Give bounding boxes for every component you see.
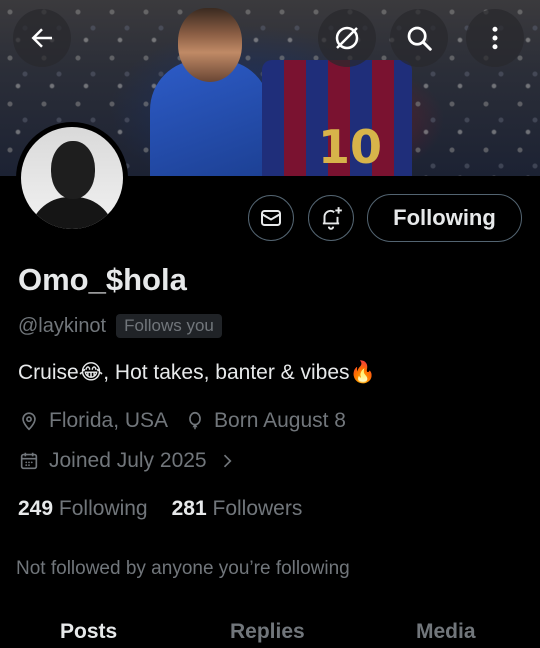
chevron-right-icon [223,454,232,468]
fire-emoji: 🔥 [349,361,376,384]
following-label: Following [58,497,148,520]
avatar-face [51,141,95,199]
more-button[interactable] [466,9,524,67]
search-button[interactable] [390,9,448,67]
more-vertical-icon [492,26,498,50]
profile-tabs: Posts Replies Media [0,618,540,648]
grok-icon [335,26,359,50]
notifications-button[interactable] [308,195,354,241]
meta-row-1: Florida, USA Born August 8 [18,409,346,433]
location-pin-icon [22,412,36,431]
avatar[interactable] [16,122,128,234]
mail-icon [261,210,281,226]
tab-posts[interactable]: Posts [60,620,117,644]
following-count-link[interactable]: 249 Following [18,497,148,521]
grok-button[interactable] [318,9,376,67]
meta-row-2[interactable]: Joined July 2025 [18,449,237,473]
follow-counts: 249 Following 281 Followers [18,497,302,521]
handle: @laykinot [18,314,107,337]
following-count: 249 [18,497,54,520]
display-name: Omo_$hola [18,262,187,297]
arrow-left-icon [31,28,52,48]
laughing-emoji: 😂 [78,361,104,384]
following-button[interactable]: Following [367,194,522,242]
avatar-image [21,127,123,229]
followers-label: Followers [212,497,303,520]
not-followed-text: Not followed by anyone you’re following [16,558,350,579]
bell-plus-icon [322,207,342,230]
birthday: Born August 8 [214,409,346,432]
bio-text-1: Cruise [18,361,79,384]
location: Florida, USA [49,409,169,432]
avatar-shoulders [29,197,115,229]
calendar-icon [20,452,38,470]
banner-jersey-number: 10 [318,120,383,174]
back-button[interactable] [13,9,71,67]
handle-row: @laykinot Follows you [18,314,222,338]
bio-text-2: , Hot takes, banter & vibes [103,361,350,384]
balloon-icon [189,411,201,430]
tab-replies[interactable]: Replies [230,620,305,644]
follows-you-badge: Follows you [116,314,222,338]
banner-player-head [178,8,242,82]
search-icon [407,26,432,51]
joined-date: Joined July 2025 [49,449,207,472]
followers-count-link[interactable]: 281 Followers [172,497,303,521]
tab-media[interactable]: Media [416,620,476,644]
bio: Cruise😂, Hot takes, banter & vibes🔥 [18,360,376,385]
message-button[interactable] [248,195,294,241]
followers-count: 281 [171,497,207,520]
